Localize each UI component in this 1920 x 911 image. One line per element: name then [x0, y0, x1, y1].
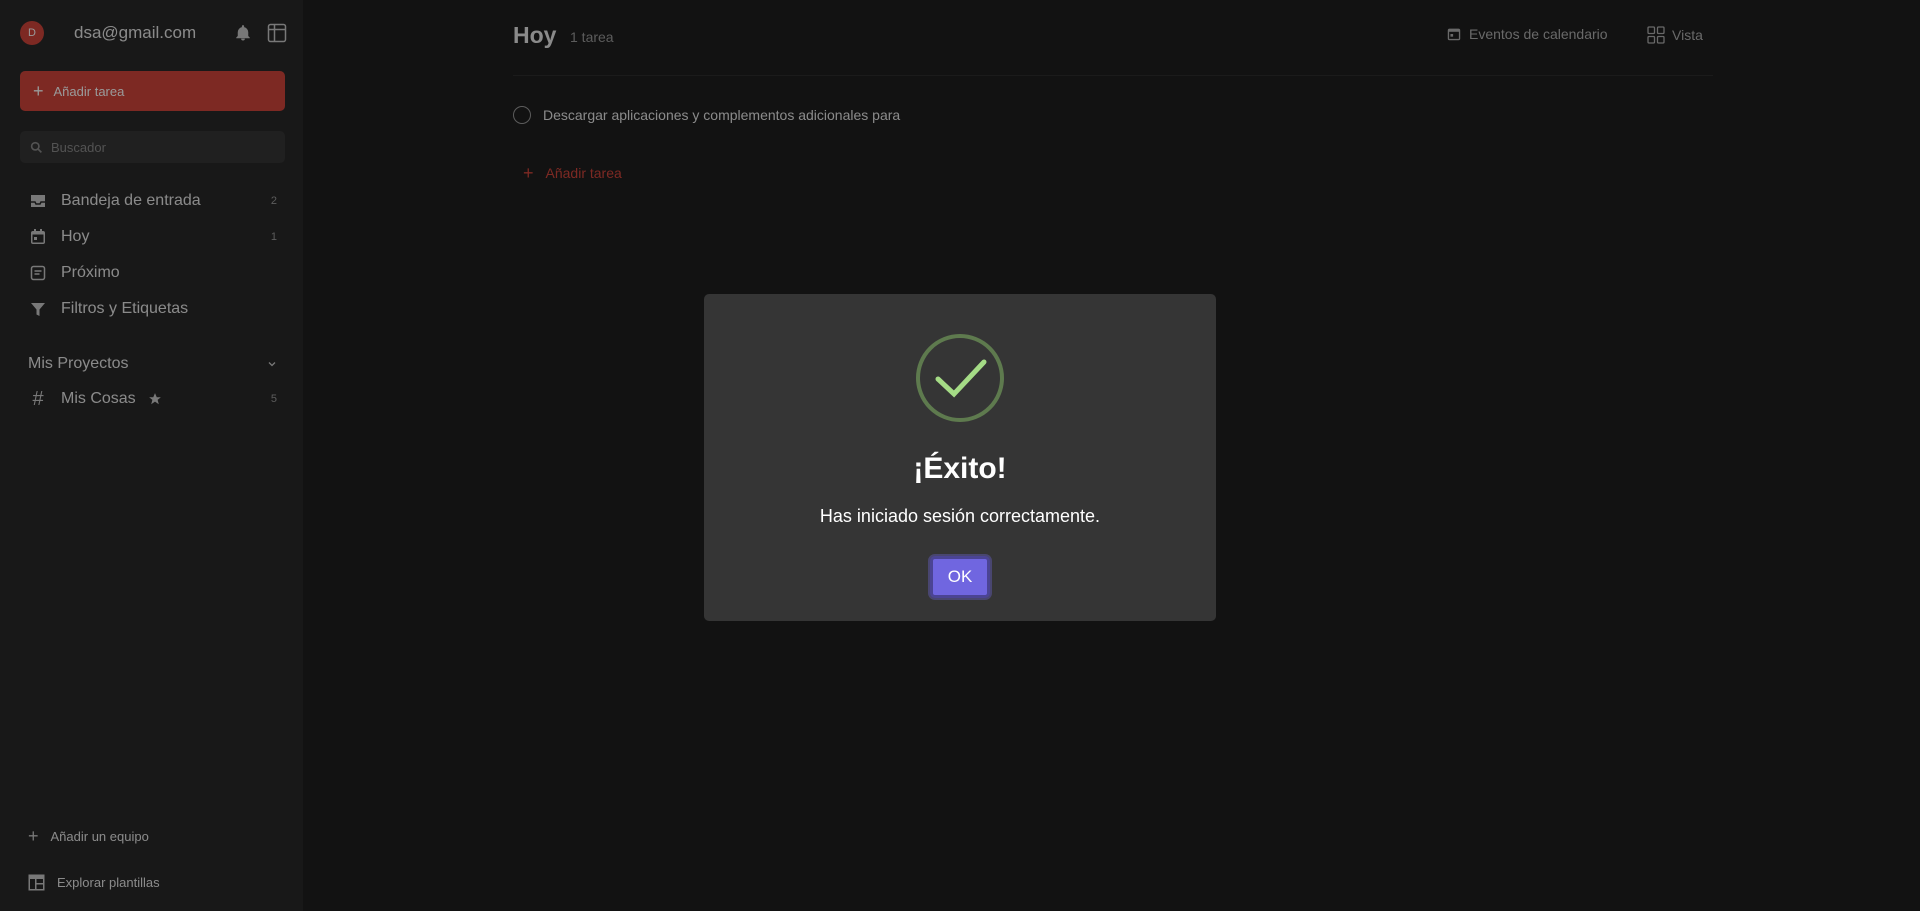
dialog-message: Has iniciado sesión correctamente.: [819, 506, 1101, 526]
success-check-icon: [916, 334, 1004, 422]
success-dialog: ¡Éxito! Has iniciado sesión correctament…: [704, 294, 1216, 621]
dialog-title: ¡Éxito!: [913, 452, 1007, 485]
ok-button[interactable]: OK: [930, 556, 990, 598]
